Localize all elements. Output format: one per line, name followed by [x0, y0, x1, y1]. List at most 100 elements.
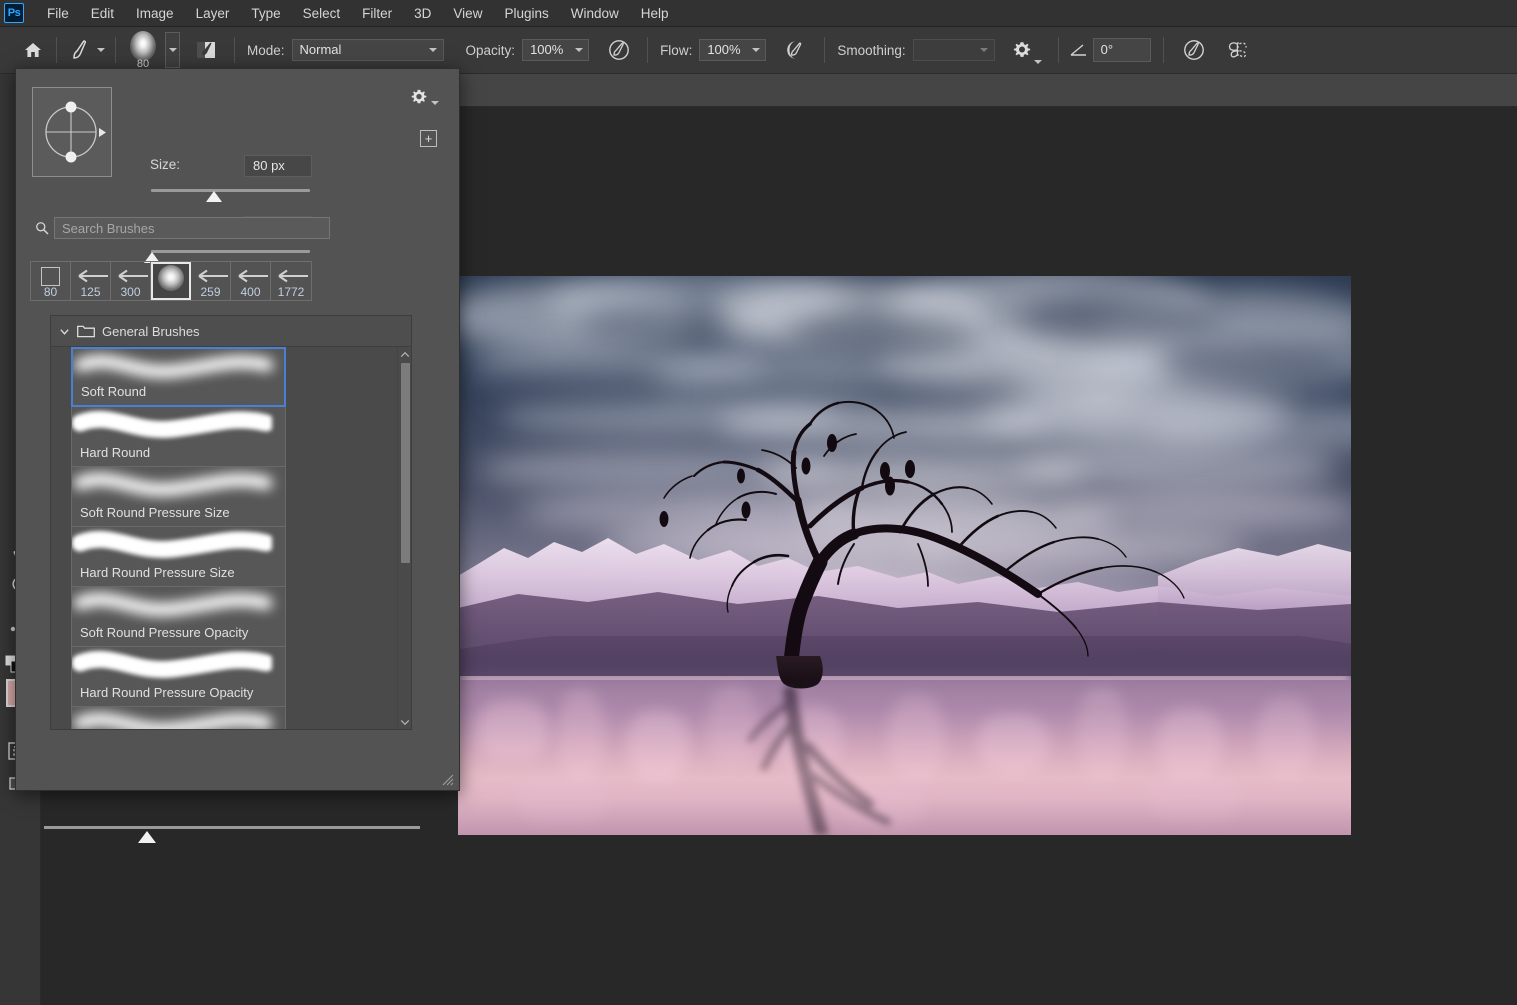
brush-size-preset[interactable]: 400 [231, 262, 271, 300]
menu-item-layer[interactable]: Layer [185, 2, 241, 25]
opacity-field[interactable]: 100% [522, 39, 589, 61]
menu-item-image[interactable]: Image [125, 2, 185, 25]
search-icon [30, 221, 54, 235]
brush-group-header[interactable]: General Brushes [51, 316, 411, 347]
brush-list-scrollbar[interactable] [397, 347, 411, 729]
brush-preset-picker-panel: Size: 80 px Hardness: 0% + [15, 68, 460, 791]
cloud [1018, 444, 1338, 492]
menu-item-plugins[interactable]: Plugins [493, 2, 559, 25]
options-bar: 80 Mode: Normal Opacity: 100% [0, 27, 1517, 74]
flow-value: 100% [699, 39, 747, 61]
smoothing-options-gear-icon[interactable] [1005, 33, 1048, 67]
size-slider-track[interactable] [151, 189, 310, 192]
menu-item-filter[interactable]: Filter [351, 2, 403, 25]
brush-stroke-preview [72, 709, 272, 730]
brush-list-item[interactable]: Soft Round Pressure Size [71, 467, 286, 527]
brush-size-preset-label: 400 [240, 286, 260, 299]
brush-name: Soft Round Pressure Size [80, 505, 230, 520]
airbrush-icon[interactable] [778, 33, 814, 67]
brush-size-preset[interactable] [151, 262, 191, 300]
brush-preset-picker-toggle[interactable] [165, 32, 180, 68]
size-input[interactable]: 80 px [244, 155, 312, 177]
divider [115, 37, 116, 63]
left-arrow-icon [114, 269, 148, 283]
menu-item-file[interactable]: File [36, 2, 80, 25]
chevron-down-icon [424, 39, 444, 61]
brush-stroke-preview [72, 469, 272, 503]
pressure-size-icon[interactable] [1176, 33, 1212, 67]
brush-list-item[interactable] [71, 707, 286, 730]
flow-field[interactable]: 100% [699, 39, 766, 61]
brush-size-preset-label: 1772 [278, 286, 305, 299]
chevron-down-icon [975, 39, 995, 61]
water-reflection-streak [778, 706, 842, 772]
document-image[interactable] [458, 276, 1351, 835]
cloud [1018, 294, 1218, 344]
menu-item-type[interactable]: Type [240, 2, 291, 25]
water-reflection-streak [1148, 776, 1240, 822]
chevron-down-icon[interactable] [59, 326, 70, 337]
brush-tool-icon[interactable] [63, 33, 97, 67]
brush-list-item[interactable]: Soft Round Pressure Opacity [71, 587, 286, 647]
hardness-slider-track[interactable] [151, 250, 310, 253]
panel-menu-gear-icon[interactable] [409, 87, 439, 107]
scrollbar-thumb[interactable] [401, 363, 410, 563]
menu-item-help[interactable]: Help [630, 2, 680, 25]
brush-angle-value[interactable]: 0° [1093, 38, 1151, 62]
photoshop-window: Ps FileEditImageLayerTypeSelectFilter3DV… [0, 0, 1517, 1005]
soft-round-brush-icon [158, 265, 184, 291]
brush-thumbnail-size-track[interactable] [44, 826, 420, 829]
brush-name: Soft Round Pressure Opacity [80, 625, 248, 640]
brush-size-preset-label: 125 [80, 286, 100, 299]
cloud [858, 376, 1028, 410]
brush-tip-preview-button[interactable]: 80 [122, 30, 164, 70]
blend-mode-select[interactable]: Normal [292, 39, 444, 61]
cloud [1158, 336, 1348, 382]
brush-name: Hard Round Pressure Opacity [80, 685, 253, 700]
brush-thumbnail-size-thumb[interactable] [138, 831, 156, 843]
cloud [908, 528, 1248, 564]
brush-list-item[interactable]: Hard Round Pressure Size [71, 527, 286, 587]
water-reflection-streak [838, 784, 926, 828]
brush-size-preset[interactable]: 80 [31, 262, 71, 300]
brush-list-item[interactable]: Soft Round [71, 347, 286, 407]
menu-item-edit[interactable]: Edit [80, 2, 125, 25]
divider [234, 37, 235, 63]
menu-item-3d[interactable]: 3D [403, 2, 442, 25]
water-reflection-streak [628, 710, 688, 780]
symmetry-butterfly-icon[interactable] [1220, 33, 1258, 67]
flow-label: Flow: [660, 43, 692, 58]
menu-item-view[interactable]: View [442, 2, 493, 25]
brush-stroke-preview [73, 351, 273, 385]
brush-size-preset[interactable]: 125 [71, 262, 111, 300]
brush-list-item[interactable]: Hard Round Pressure Opacity [71, 647, 286, 707]
smoothing-field[interactable] [913, 39, 995, 61]
brush-angle-icon [1065, 33, 1093, 67]
cloud [598, 526, 958, 560]
cloud [578, 304, 738, 344]
menu-item-select[interactable]: Select [292, 2, 352, 25]
brush-list-item[interactable]: Hard Round [71, 407, 286, 467]
photoshop-logo: Ps [4, 3, 24, 23]
divider [56, 37, 57, 63]
menu-item-window[interactable]: Window [560, 2, 630, 25]
water-reflection-streak [1158, 708, 1222, 778]
brush-size-preset[interactable]: 300 [111, 262, 151, 300]
brush-tool-dropdown[interactable] [97, 33, 109, 67]
left-arrow-icon [74, 269, 108, 283]
scroll-down-arrow-icon[interactable] [398, 715, 411, 729]
pressure-opacity-icon[interactable] [601, 33, 637, 67]
square-icon [41, 267, 60, 286]
brush-size-preset[interactable]: 1772 [271, 262, 311, 300]
new-brush-preset-icon[interactable]: + [420, 130, 437, 147]
size-label: Size: [150, 157, 180, 172]
brush-settings-panel-icon[interactable] [188, 33, 224, 67]
scroll-up-arrow-icon[interactable] [398, 347, 411, 361]
size-slider-thumb[interactable] [206, 191, 222, 202]
search-input[interactable] [54, 217, 330, 239]
resize-grip-icon[interactable] [440, 772, 454, 786]
home-icon[interactable] [16, 33, 50, 67]
brush-tip-angle-preview[interactable] [32, 87, 112, 177]
brush-size-presets: 80 125 300 259 400 1772 [30, 261, 312, 301]
brush-size-preset[interactable]: 259 [191, 262, 231, 300]
